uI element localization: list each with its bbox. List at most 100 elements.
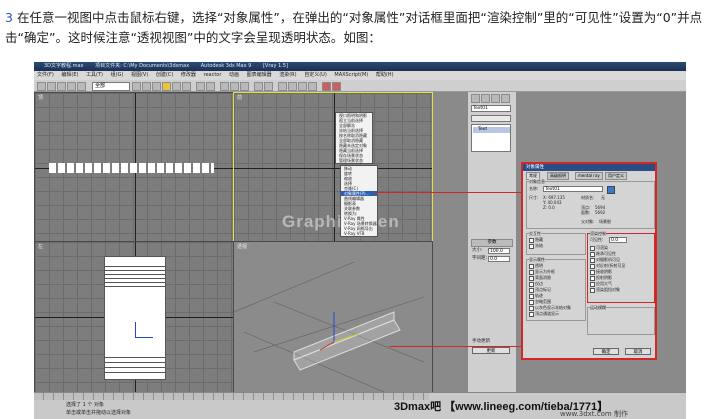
backface-cull-checkbox[interactable] — [529, 276, 534, 281]
text-strokes — [105, 263, 165, 287]
redo-icon[interactable] — [47, 82, 56, 91]
render-occluded-checkbox[interactable] — [590, 288, 595, 293]
angle-snap-icon[interactable] — [230, 82, 239, 91]
hierarchy-tab-icon[interactable] — [491, 94, 500, 103]
hide-checkbox[interactable] — [529, 238, 534, 243]
cast-shadows-checkbox[interactable] — [590, 276, 595, 281]
tab-advanced-lighting[interactable]: 高级照明 — [547, 172, 569, 180]
cancel-button[interactable]: 取消 — [625, 348, 651, 355]
object-name-field[interactable]: Text01 — [471, 105, 511, 112]
vertex-channel-label: 顶点通道显示 — [535, 311, 559, 316]
visible-to-reflection-checkbox[interactable] — [590, 264, 595, 269]
edges-only-checkbox[interactable] — [529, 282, 534, 287]
size-field[interactable]: 100.0 — [488, 248, 510, 254]
display-as-box-checkbox[interactable] — [529, 270, 534, 275]
freeze-label: 冻结 — [535, 243, 543, 248]
instruction-text: 3 在任意一视图中点击鼠标右键，选择“对象属性”，在弹出的“对象属性”对话框里面… — [5, 8, 711, 48]
ctx-item-manage-scene-states[interactable]: 管理场景状态 — [336, 158, 372, 163]
menu-tools[interactable]: 工具(T) — [86, 72, 103, 78]
menu-customize[interactable]: 自定义(U) — [304, 72, 327, 78]
manual-update-label[interactable]: 手动更新 — [472, 339, 490, 345]
quick-render-icon[interactable] — [332, 82, 341, 91]
select-icon[interactable] — [132, 82, 141, 91]
menu-group[interactable]: 组(G) — [111, 72, 124, 78]
motion-tab-icon[interactable] — [501, 94, 510, 103]
mirror-icon[interactable] — [254, 82, 263, 91]
material-label: 材质名: — [581, 195, 595, 200]
tab-user-defined[interactable]: 用户定义 — [605, 172, 627, 180]
snap-icon[interactable] — [220, 82, 229, 91]
bind-icon[interactable] — [77, 82, 86, 91]
vertex-ticks-label: 顶点标记 — [535, 287, 551, 292]
modify-tab-icon[interactable] — [481, 94, 490, 103]
modifier-stack[interactable]: Text — [471, 124, 511, 152]
freeze-checkbox[interactable] — [529, 244, 534, 249]
menu-create[interactable]: 创建(C) — [156, 72, 173, 78]
update-button[interactable]: 更新 — [472, 347, 510, 354]
parent-label: 父对象: — [581, 219, 595, 224]
undo-icon[interactable] — [37, 82, 46, 91]
menu-reactor[interactable]: reactor — [204, 72, 222, 78]
visibility-field[interactable]: 0.0 — [609, 237, 627, 243]
parameters-rollout[interactable]: 参数 — [471, 239, 513, 247]
link-icon[interactable] — [57, 82, 66, 91]
app-screenshot: 3D文字教程.max 项目文件夹: C:\My Documents\3dsmax… — [34, 62, 686, 419]
scale-icon[interactable] — [182, 82, 191, 91]
menu-animation[interactable]: 动画 — [229, 72, 239, 78]
ignore-extents-label: 忽略范围 — [535, 299, 551, 304]
renderable-checkbox[interactable] — [590, 246, 595, 251]
viewport-perspective[interactable]: 透视 — [233, 241, 433, 393]
menu-file[interactable]: 文件(F) — [37, 72, 54, 78]
viewport-top[interactable]: 顶 — [34, 92, 234, 242]
viewport-left[interactable]: 左 — [34, 241, 234, 393]
unlink-icon[interactable] — [67, 82, 76, 91]
region-select-icon[interactable] — [152, 82, 161, 91]
move-icon[interactable] — [162, 82, 171, 91]
menu-modifiers[interactable]: 修改器 — [181, 72, 196, 78]
align-icon[interactable] — [264, 82, 273, 91]
menu-maxscript[interactable]: MAXScript(M) — [334, 72, 368, 78]
vertex-ticks-checkbox[interactable] — [529, 288, 534, 293]
pivot-icon[interactable] — [206, 82, 215, 91]
timeline-ruler[interactable] — [34, 393, 429, 400]
hide-label: 隐藏 — [535, 237, 543, 242]
layer-manager-icon[interactable] — [278, 82, 287, 91]
ok-button[interactable]: 确定 — [593, 348, 619, 355]
modifier-list-dropdown[interactable] — [471, 115, 511, 122]
menu-edit[interactable]: 编辑(E) — [61, 72, 78, 78]
selection-filter-dropdown[interactable]: 全部 — [92, 82, 130, 91]
perspective-scene — [234, 261, 425, 392]
tab-mental-ray[interactable]: mental ray — [575, 172, 603, 180]
material-editor-icon[interactable] — [308, 82, 317, 91]
text-object-left[interactable] — [104, 256, 166, 380]
rotate-icon[interactable] — [172, 82, 181, 91]
curve-editor-icon[interactable] — [288, 82, 297, 91]
show-frozen-gray-checkbox[interactable] — [529, 306, 534, 311]
inherit-visibility-checkbox[interactable] — [590, 252, 595, 257]
select-by-name-icon[interactable] — [142, 82, 151, 91]
see-through-checkbox[interactable] — [529, 264, 534, 269]
ignore-extents-checkbox[interactable] — [529, 300, 534, 305]
menu-help[interactable]: 帮助(H) — [376, 72, 394, 78]
trajectory-checkbox[interactable] — [529, 294, 534, 299]
schematic-view-icon[interactable] — [298, 82, 307, 91]
menu-graph-editors[interactable]: 图表编辑器 — [247, 72, 272, 78]
name-field[interactable]: Text01 — [543, 186, 603, 192]
kerning-field[interactable]: 0.0 — [488, 256, 510, 262]
menu-rendering[interactable]: 渲染(R) — [279, 72, 296, 78]
reference-coordinate-icon[interactable] — [196, 82, 205, 91]
vertex-channel-checkbox[interactable] — [529, 312, 534, 317]
modifier-stack-item[interactable]: Text — [473, 127, 510, 133]
title-renderer: [Vray 1.5] — [262, 63, 288, 69]
object-color-swatch[interactable] — [607, 186, 615, 194]
menu-views[interactable]: 视图(V) — [131, 72, 148, 78]
receive-shadows-checkbox[interactable] — [590, 270, 595, 275]
apply-atmospherics-checkbox[interactable] — [590, 282, 595, 287]
create-tab-icon[interactable] — [471, 94, 480, 103]
text-object-top[interactable] — [49, 163, 214, 173]
apply-atmospherics-label: 应用大气 — [596, 281, 612, 286]
ctx-item-vray-vfb[interactable]: V-Ray VFB — [341, 231, 377, 236]
percent-snap-icon[interactable] — [240, 82, 249, 91]
visible-to-camera-checkbox[interactable] — [590, 258, 595, 263]
render-setup-icon[interactable] — [322, 82, 331, 91]
